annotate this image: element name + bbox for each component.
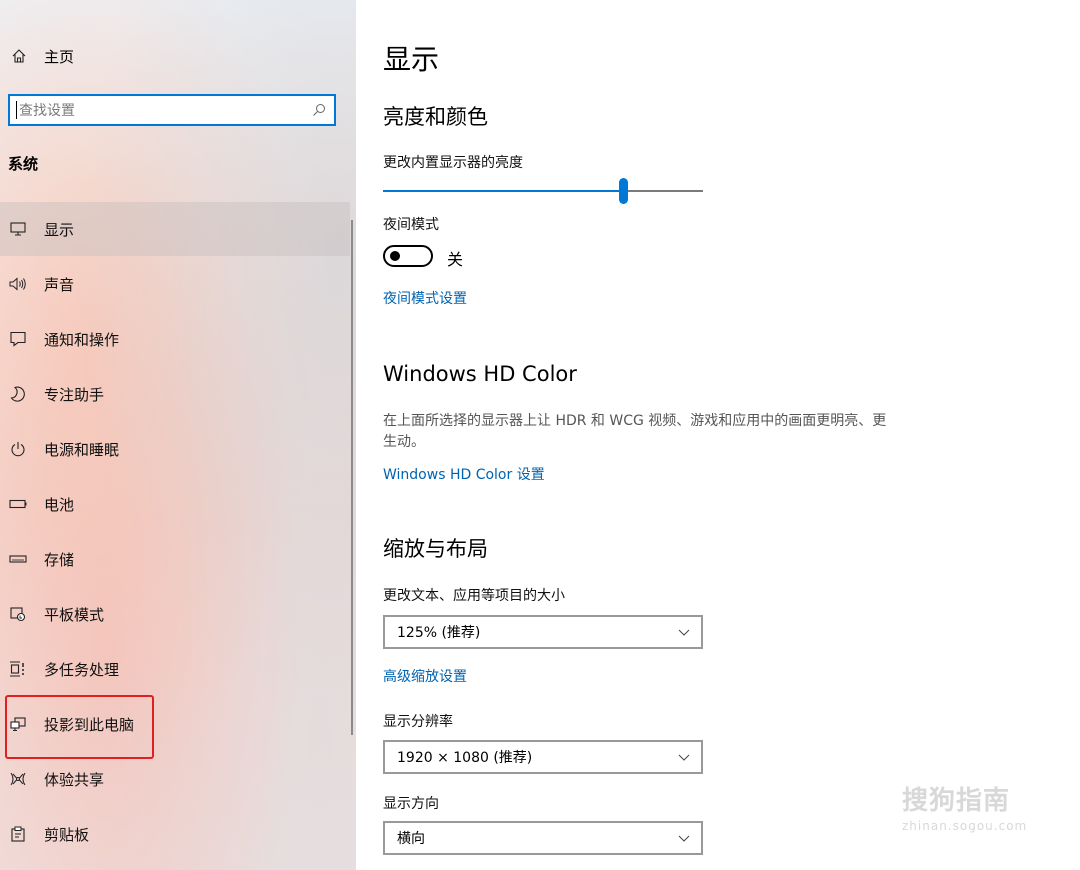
hdr-description: 在上面所选择的显示器上让 HDR 和 WCG 视频、游戏和应用中的画面更明亮、更… bbox=[383, 413, 887, 450]
chevron-down-icon bbox=[667, 629, 701, 636]
page-title: 显示 bbox=[383, 43, 440, 76]
text-caret bbox=[16, 101, 17, 119]
slider-fill bbox=[383, 190, 623, 192]
highlight-annotation-box bbox=[5, 695, 154, 759]
storage-icon bbox=[0, 555, 36, 563]
sidebar-item-label: 专注助手 bbox=[44, 385, 105, 404]
battery-icon bbox=[0, 499, 36, 509]
orientation-label: 显示方向 bbox=[383, 796, 439, 812]
brightness-slider[interactable] bbox=[383, 178, 703, 204]
chevron-down-icon bbox=[667, 754, 701, 761]
sidebar-item-tablet-mode[interactable]: 平板模式 bbox=[0, 587, 350, 641]
moon-icon bbox=[0, 386, 36, 402]
multitasking-icon bbox=[0, 661, 36, 677]
hdr-section-title: Windows HD Color bbox=[383, 362, 577, 386]
sidebar-item-label: 体验共享 bbox=[44, 770, 105, 789]
sidebar-item-clipboard[interactable]: 剪贴板 bbox=[0, 807, 350, 861]
search-placeholder: 查找设置 bbox=[19, 103, 75, 119]
brightness-section-title: 亮度和颜色 bbox=[383, 105, 488, 129]
sidebar-item-label: 通知和操作 bbox=[44, 330, 120, 349]
orientation-dropdown[interactable]: 横向 bbox=[383, 821, 703, 855]
orientation-value: 横向 bbox=[397, 831, 425, 847]
search-input[interactable]: 查找设置 bbox=[8, 94, 336, 126]
home-nav-item[interactable]: 主页 bbox=[8, 44, 74, 68]
resolution-value: 1920 × 1080 (推荐) bbox=[397, 750, 533, 766]
watermark: 搜狗指南 zhinan.sogou.com bbox=[902, 780, 1027, 833]
hdr-settings-link[interactable]: Windows HD Color 设置 bbox=[383, 464, 545, 484]
clipboard-icon bbox=[0, 826, 36, 842]
chevron-down-icon bbox=[667, 835, 701, 842]
sidebar-item-label: 电池 bbox=[44, 495, 75, 514]
monitor-icon bbox=[0, 222, 36, 236]
sidebar-item-power-sleep[interactable]: 电源和睡眠 bbox=[0, 422, 350, 476]
sidebar-item-label: 声音 bbox=[44, 275, 75, 294]
slider-thumb[interactable] bbox=[619, 178, 628, 204]
toggle-knob bbox=[390, 251, 400, 261]
sidebar-item-shared-experiences[interactable]: 体验共享 bbox=[0, 752, 350, 806]
sidebar-item-sound[interactable]: 声音 bbox=[0, 257, 350, 311]
notification-icon bbox=[0, 331, 36, 347]
sidebar-item-label: 多任务处理 bbox=[44, 660, 120, 679]
night-mode-label: 夜间模式 bbox=[383, 217, 439, 233]
sidebar-item-multitasking[interactable]: 多任务处理 bbox=[0, 642, 350, 696]
tablet-mode-icon bbox=[0, 606, 36, 622]
scale-section-title: 缩放与布局 bbox=[383, 537, 488, 561]
home-icon bbox=[8, 48, 30, 64]
sidebar-item-label: 存储 bbox=[44, 550, 75, 569]
sidebar-item-label: 剪贴板 bbox=[44, 825, 90, 844]
night-mode-settings-link[interactable]: 夜间模式设置 bbox=[383, 288, 467, 308]
main-content: 显示 亮度和颜色 更改内置显示器的亮度 夜间模式 关 夜间模式设置 Window… bbox=[383, 0, 1073, 870]
sidebar-item-battery[interactable]: 电池 bbox=[0, 477, 350, 531]
shared-experiences-icon bbox=[0, 771, 36, 787]
speaker-icon bbox=[0, 277, 36, 291]
sidebar-scrollbar[interactable] bbox=[351, 220, 353, 735]
night-mode-state: 关 bbox=[447, 250, 464, 269]
sidebar-item-label: 平板模式 bbox=[44, 605, 105, 624]
scale-label: 更改文本、应用等项目的大小 bbox=[383, 588, 565, 604]
power-icon bbox=[0, 441, 36, 457]
sidebar-item-display[interactable]: 显示 bbox=[0, 202, 350, 256]
scale-value: 125% (推荐) bbox=[397, 625, 481, 641]
resolution-dropdown[interactable]: 1920 × 1080 (推荐) bbox=[383, 740, 703, 774]
scale-dropdown[interactable]: 125% (推荐) bbox=[383, 615, 703, 649]
sidebar-item-storage[interactable]: 存储 bbox=[0, 532, 350, 586]
sidebar-item-label: 显示 bbox=[44, 220, 75, 239]
night-mode-toggle[interactable] bbox=[383, 245, 433, 267]
settings-sidebar: 主页 查找设置 系统 显示 声音 通知和操作 专注助手 电源和睡眠 电池 存储 … bbox=[0, 0, 356, 870]
advanced-scaling-link[interactable]: 高级缩放设置 bbox=[383, 666, 467, 686]
sidebar-item-focus-assist[interactable]: 专注助手 bbox=[0, 367, 350, 421]
sidebar-item-notifications[interactable]: 通知和操作 bbox=[0, 312, 350, 366]
watermark-brand: 搜狗指南 bbox=[902, 786, 1011, 816]
home-label: 主页 bbox=[44, 47, 75, 66]
watermark-url: zhinan.sogou.com bbox=[902, 819, 1028, 833]
search-icon[interactable] bbox=[304, 103, 334, 117]
section-title: 系统 bbox=[8, 155, 39, 173]
resolution-label: 显示分辨率 bbox=[383, 714, 453, 730]
sidebar-item-label: 电源和睡眠 bbox=[44, 440, 120, 459]
brightness-label: 更改内置显示器的亮度 bbox=[383, 155, 523, 171]
